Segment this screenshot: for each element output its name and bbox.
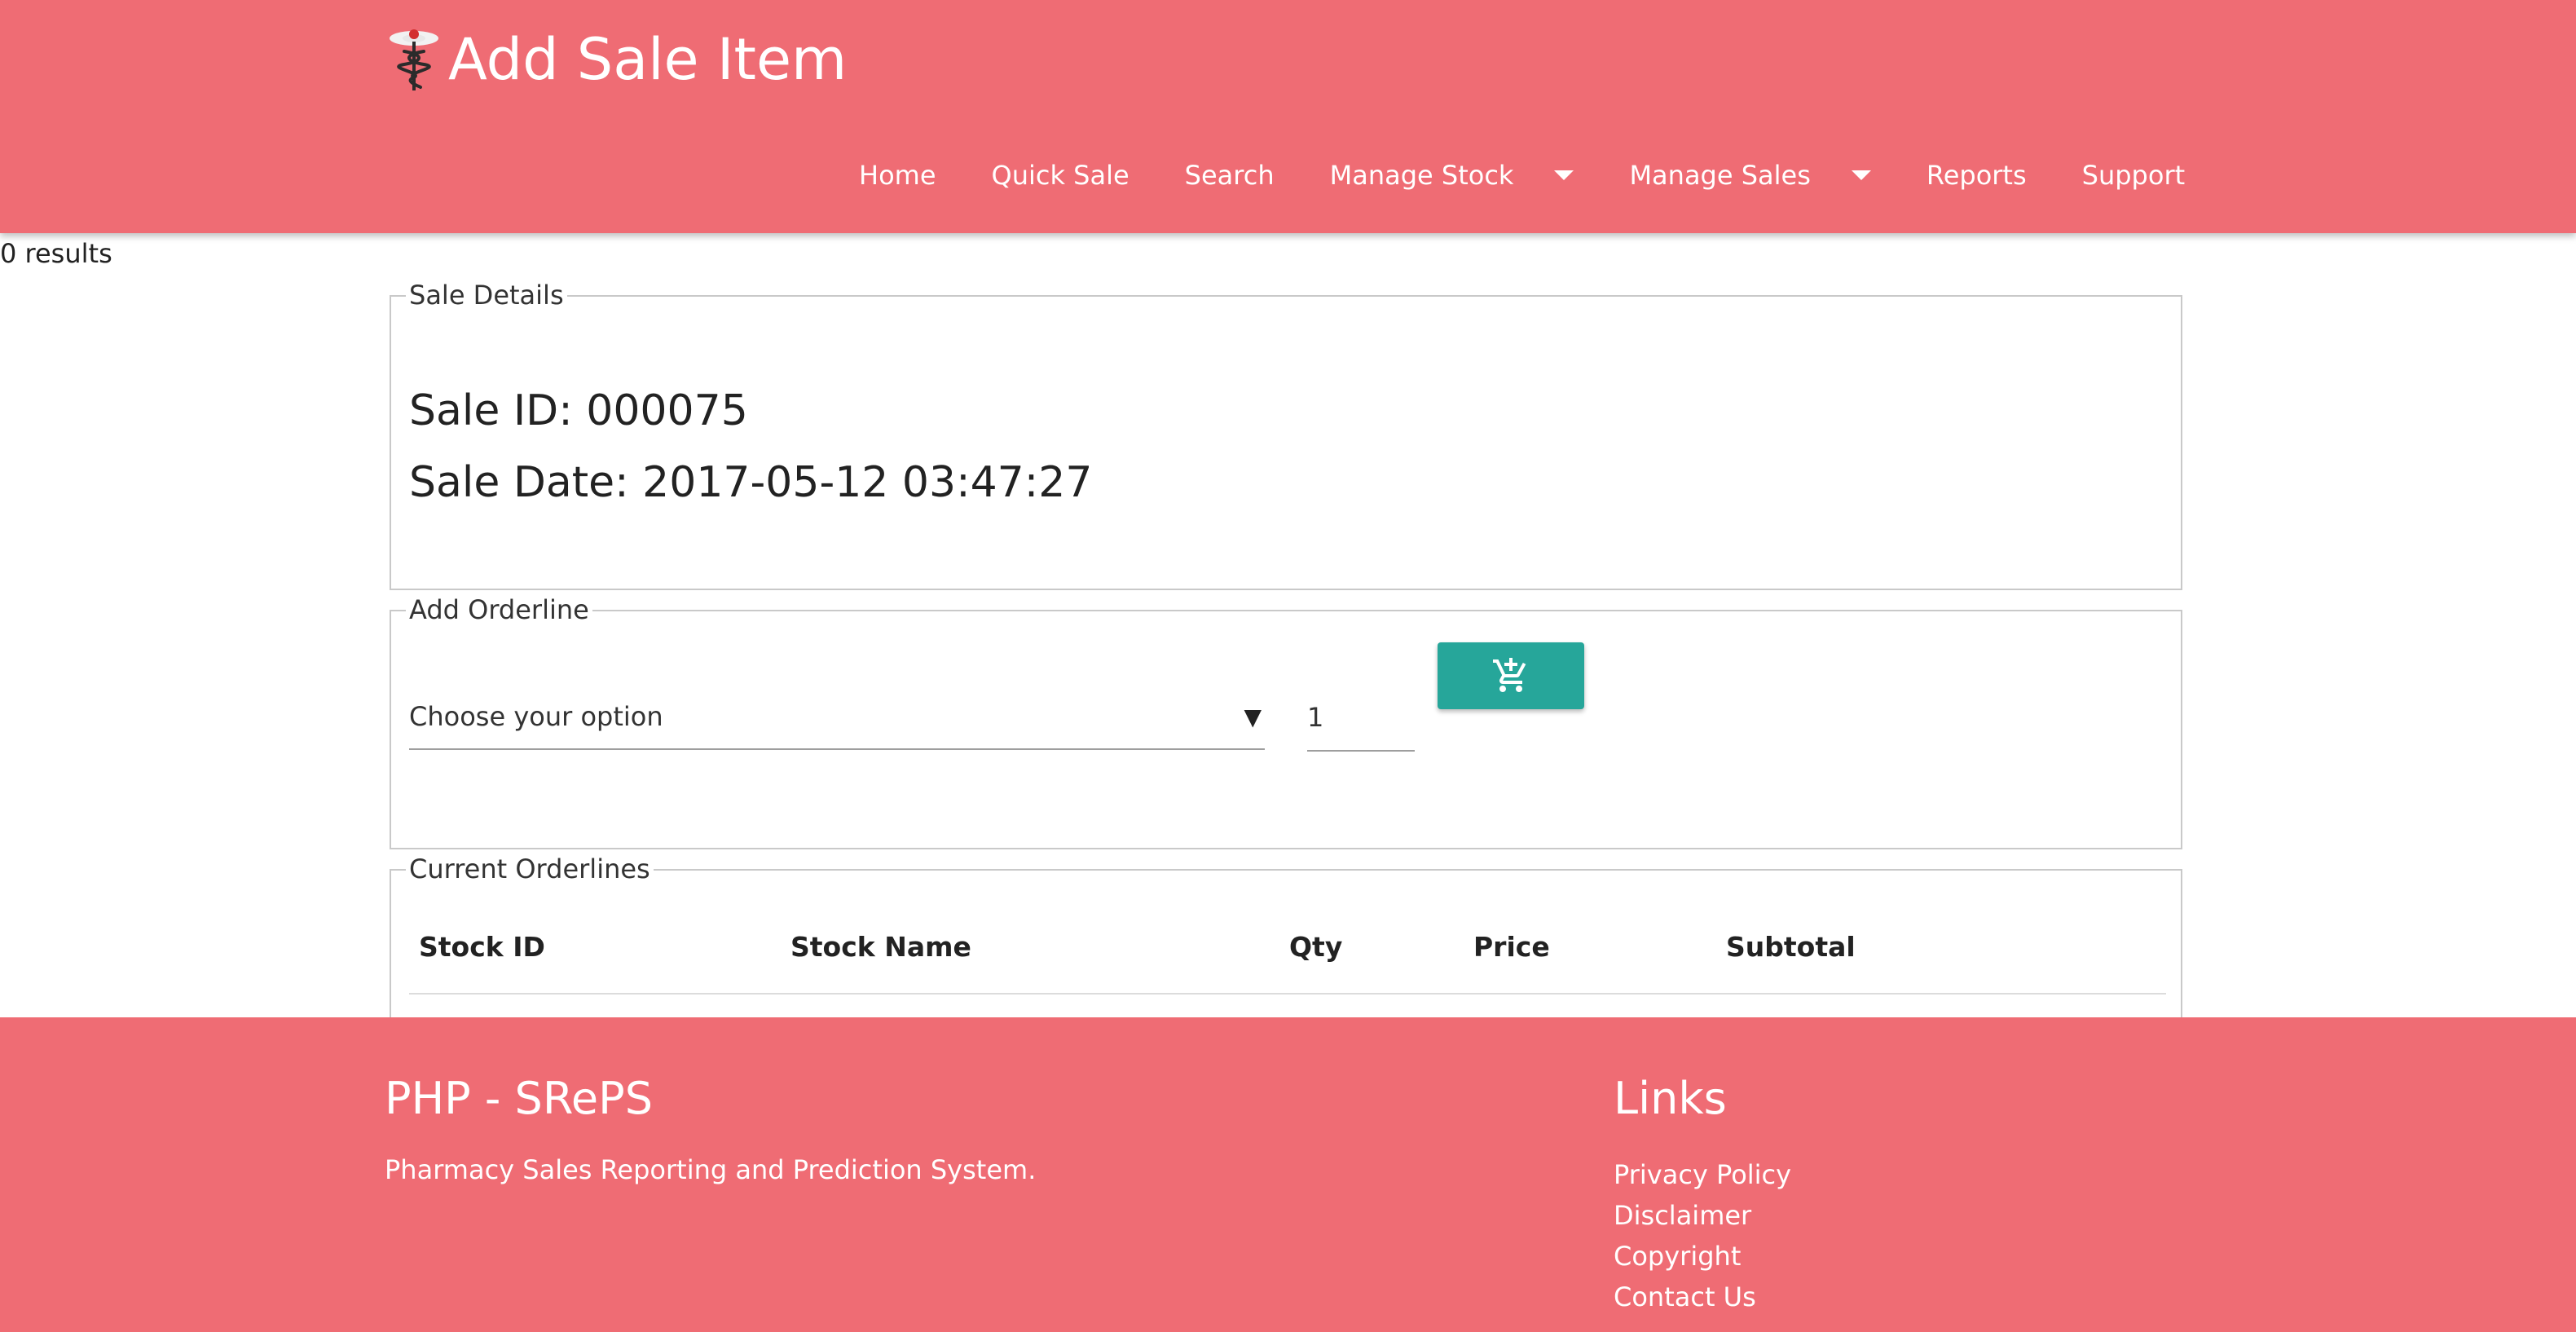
top-nav-bar: Add Sale Item Home Quick Sale Search Man… [0,0,2576,233]
nav-item-support[interactable]: Support [2054,160,2213,191]
sale-details-panel: Sale Details Sale ID: 000075 Sale Date: … [390,279,2182,590]
footer: PHP - SRePS Pharmacy Sales Reporting and… [0,1017,2576,1332]
caret-down-icon [1851,170,1871,180]
footer-link-contact-us[interactable]: Contact Us [1614,1277,1791,1317]
nav-item-label: Support [2081,160,2186,191]
brand: Add Sale Item [385,15,847,104]
triangle-down-icon: ▼ [1244,703,1262,730]
nav-item-label: Manage Sales [1629,160,1811,191]
caret-down-icon [1554,170,1574,180]
add-orderline-panel: Add Orderline Choose your option ▼ [390,593,2182,849]
column-header-qty: Qty [1289,931,1343,963]
column-header-subtotal: Subtotal [1726,931,1856,963]
add-shopping-cart-icon [1493,658,1526,692]
nav-item-label: Quick Sale [991,160,1129,191]
nav-item-home[interactable]: Home [831,160,964,191]
caduceus-icon [390,29,438,90]
nav-item-manage-sales[interactable]: Manage Sales [1601,160,1898,191]
nav-item-reports[interactable]: Reports [1899,160,2054,191]
page-title: Add Sale Item [448,26,848,93]
nav-item-quick-sale[interactable]: Quick Sale [964,160,1157,191]
footer-link-copyright[interactable]: Copyright [1614,1236,1791,1277]
sale-details-legend: Sale Details [406,279,567,311]
sale-date: Sale Date: 2017-05-12 03:47:27 [409,458,1093,507]
footer-links: Privacy Policy Disclaimer Copyright Cont… [1614,1154,1791,1317]
current-orderlines-legend: Current Orderlines [406,853,654,885]
footer-link-disclaimer[interactable]: Disclaimer [1614,1195,1791,1236]
results-count: 0 results [0,238,112,269]
main-nav: Home Quick Sale Search Manage Stock Mana… [831,147,2213,204]
nav-item-label: Search [1184,160,1275,191]
nav-item-manage-stock[interactable]: Manage Stock [1302,160,1602,191]
sale-id: Sale ID: 000075 [409,386,748,435]
stock-select[interactable]: Choose your option ▼ [409,685,1265,750]
column-header-stock-id: Stock ID [419,931,545,963]
orderlines-table: Stock ID Stock Name Qty Price Subtotal [409,920,2166,995]
current-orderlines-panel: Current Orderlines Stock ID Stock Name Q… [390,853,2182,1032]
nav-item-label: Manage Stock [1329,160,1514,191]
nav-item-search[interactable]: Search [1157,160,1302,191]
footer-title: PHP - SRePS [385,1073,653,1124]
add-to-cart-button[interactable] [1438,642,1584,709]
column-header-price: Price [1473,931,1550,963]
footer-link-privacy-policy[interactable]: Privacy Policy [1614,1154,1791,1195]
stock-select-value: Choose your option [409,701,663,732]
footer-links-title: Links [1614,1073,1727,1124]
nav-item-label: Reports [1926,160,2027,191]
add-orderline-legend: Add Orderline [406,593,592,626]
footer-description: Pharmacy Sales Reporting and Prediction … [385,1154,1037,1185]
nav-item-label: Home [859,160,936,191]
quantity-input[interactable] [1307,685,1415,752]
column-header-stock-name: Stock Name [790,931,971,963]
